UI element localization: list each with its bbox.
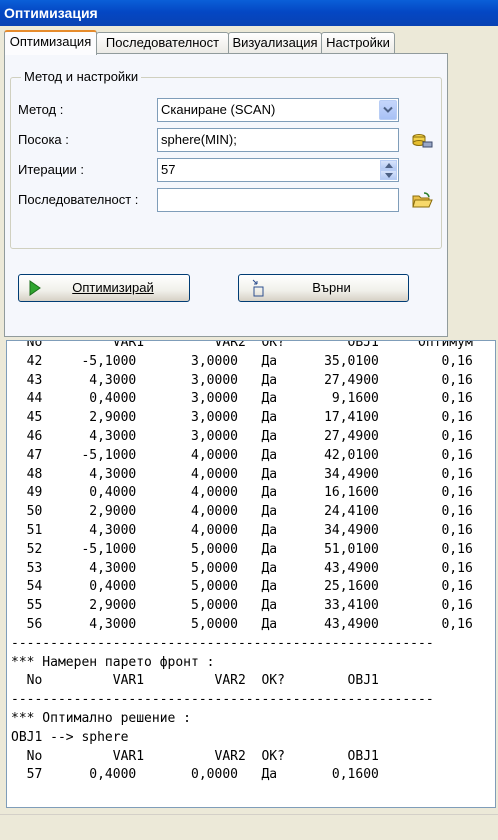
- optimize-button-label: Оптимизирай: [72, 280, 154, 295]
- direction-label: Посока :: [18, 132, 69, 147]
- tab-sequence[interactable]: Последователност: [96, 32, 229, 53]
- undo-icon: [252, 279, 264, 297]
- group-title: Метод и настройки: [21, 69, 142, 84]
- output-line: ----------------------------------------…: [11, 692, 434, 708]
- method-select[interactable]: Сканиране (SCAN): [157, 98, 399, 122]
- sequence-input[interactable]: [157, 188, 399, 212]
- output-line: 47 -5,1000 4,0000 Да 42,0100 0,16: [11, 447, 473, 463]
- method-settings-group: Метод и настройки Метод : Сканиране (SCA…: [10, 69, 442, 249]
- output-line: 46 4,3000 3,0000 Да 27,4900 0,16: [11, 428, 473, 444]
- output-line: 52 -5,1000 5,0000 Да 51,0100 0,16: [11, 541, 473, 557]
- output-line: 42 -5,1000 3,0000 Да 35,0100 0,16: [11, 353, 473, 369]
- output-line: 53 4,3000 5,0000 Да 43,4900 0,16: [11, 560, 473, 576]
- output-line: ----------------------------------------…: [11, 635, 434, 651]
- output-line: 55 2,9000 5,0000 Да 33,4100 0,16: [11, 598, 473, 614]
- edit-expression-icon[interactable]: [411, 131, 433, 151]
- output-line: 56 4,3000 5,0000 Да 43,4900 0,16: [11, 616, 473, 632]
- tab-visualization[interactable]: Визуализация: [228, 32, 322, 53]
- output-line: 51 4,3000 4,0000 Да 34,4900 0,16: [11, 522, 473, 538]
- spin-buttons: [380, 160, 397, 180]
- output-line: No VAR1 VAR2 OK? OBJ1: [11, 673, 379, 689]
- output-line: 45 2,9000 3,0000 Да 17,4100 0,16: [11, 410, 473, 426]
- iterations-value: 57: [161, 162, 176, 177]
- output-line: 44 0,4000 3,0000 Да 9,1600 0,16: [11, 391, 473, 407]
- tab-settings[interactable]: Настройки: [321, 32, 395, 53]
- output-line: 57 0,4000 0,0000 Да 0,1600 0,16: [11, 767, 496, 783]
- output-line: No VAR1 VAR2 OK? OBJ1: [11, 748, 379, 764]
- chevron-down-icon[interactable]: [379, 100, 397, 120]
- spin-down-icon[interactable]: [380, 170, 397, 180]
- direction-value: sphere(MIN);: [161, 132, 237, 147]
- optimize-button[interactable]: Оптимизирай: [18, 274, 190, 302]
- sequence-label: Последователност :: [18, 192, 139, 207]
- back-button[interactable]: Върни: [238, 274, 409, 302]
- output-line: 54 0,4000 5,0000 Да 25,1600 0,16: [11, 579, 473, 595]
- output-line: OBJ1 --> sphere: [11, 729, 129, 745]
- iterations-stepper[interactable]: 57: [157, 158, 399, 182]
- open-folder-icon[interactable]: [411, 191, 433, 211]
- output-line: 43 4,3000 3,0000 Да 27,4900 0,16: [11, 372, 473, 388]
- back-button-label: Върни: [312, 280, 351, 295]
- method-label: Метод :: [18, 102, 64, 117]
- output-line: 48 4,3000 4,0000 Да 34,4900 0,16: [11, 466, 473, 482]
- window-title: Оптимизация: [0, 0, 498, 26]
- status-bar: [0, 814, 498, 840]
- play-icon: [29, 280, 41, 296]
- output-line: *** Намерен парето фронт :: [11, 654, 215, 670]
- method-value: Сканиране (SCAN): [161, 102, 276, 117]
- direction-input[interactable]: sphere(MIN);: [157, 128, 399, 152]
- tab-panel: Метод и настройки Метод : Сканиране (SCA…: [4, 53, 448, 337]
- output-line: 50 2,9000 4,0000 Да 24,4100 0,16: [11, 504, 473, 520]
- spin-up-icon[interactable]: [380, 160, 397, 170]
- results-text: No VAR1 VAR2 OK? OBJ1 Оптимум 42 -5,1000…: [11, 340, 496, 785]
- results-output[interactable]: No VAR1 VAR2 OK? OBJ1 Оптимум 42 -5,1000…: [6, 340, 496, 808]
- output-line: No VAR1 VAR2 OK? OBJ1 Оптимум: [11, 340, 473, 350]
- iterations-label: Итерации :: [18, 162, 85, 177]
- tab-optimization[interactable]: Оптимизация: [4, 30, 97, 55]
- output-line: 49 0,4000 4,0000 Да 16,1600 0,16: [11, 485, 473, 501]
- output-line: *** Оптимално решение :: [11, 710, 192, 726]
